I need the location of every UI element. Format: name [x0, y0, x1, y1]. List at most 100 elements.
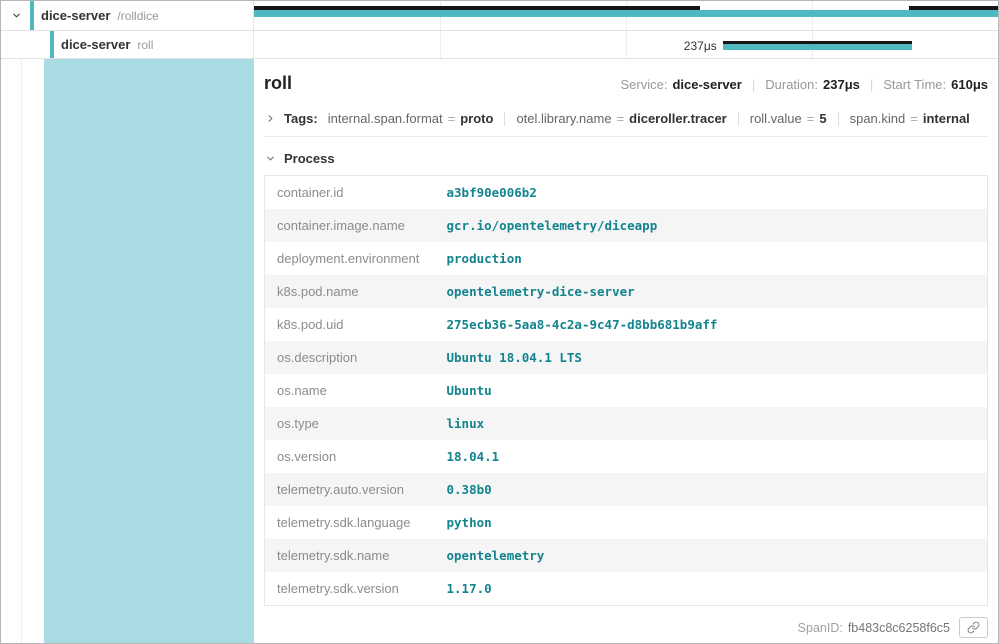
span-duration-label: 237μs: [684, 39, 717, 53]
service-color-bar: [30, 1, 34, 30]
span-row-roll[interactable]: dice-server roll 237μs: [1, 31, 998, 59]
span-detail-card: roll Service:dice-server|Duration:237μs|…: [264, 73, 988, 644]
operation-name: roll: [137, 38, 153, 52]
span-row-rolldice[interactable]: dice-server /rolldice: [1, 1, 998, 31]
service-name: dice-server: [61, 37, 130, 52]
span-footer: SpanID: fb483c8c6258f6c5: [264, 617, 988, 638]
process-value: 18.04.1: [435, 440, 988, 473]
span-title: roll: [264, 73, 292, 94]
process-row: os.nameUbuntu: [265, 374, 988, 407]
process-row: container.ida3bf90e006b2: [265, 176, 988, 210]
process-value: a3bf90e006b2: [435, 176, 988, 210]
span-id-label: SpanID:: [798, 621, 843, 635]
indent-gutter: [1, 59, 44, 643]
process-value: production: [435, 242, 988, 275]
chevron-right-icon[interactable]: [264, 112, 277, 125]
process-row: telemetry.sdk.nameopentelemetry: [265, 539, 988, 572]
tags-header-label: Tags:: [284, 111, 318, 126]
span-bar-rolldice[interactable]: [254, 10, 998, 17]
tag-key: otel.library.name: [516, 111, 611, 126]
process-value: opentelemetry: [435, 539, 988, 572]
process-row: telemetry.auto.version0.38b0: [265, 473, 988, 506]
tag-item: roll.value = 5: [750, 111, 827, 126]
process-key: os.description: [265, 341, 435, 374]
tag-item: otel.library.name = diceroller.tracer: [516, 111, 726, 126]
service-name: dice-server: [41, 8, 110, 23]
tag-value: diceroller.tracer: [629, 111, 727, 126]
span-id-value: fb483c8c6258f6c5: [848, 621, 950, 635]
process-row: telemetry.sdk.version1.17.0: [265, 572, 988, 606]
process-key: telemetry.sdk.language: [265, 506, 435, 539]
meta-item: Duration:237μs: [765, 77, 860, 92]
meta-value: dice-server: [672, 77, 741, 92]
meta-value: 610μs: [951, 77, 988, 92]
process-key: telemetry.sdk.name: [265, 539, 435, 572]
meta-item: Start Time: 610μs: [883, 77, 988, 92]
selected-span-highlight[interactable]: [44, 59, 254, 643]
span-timeline-roll[interactable]: 237μs: [254, 31, 998, 58]
process-row: os.descriptionUbuntu 18.04.1 LTS: [265, 341, 988, 374]
process-value: Ubuntu 18.04.1 LTS: [435, 341, 988, 374]
tag-item: internal.span.format=proto: [328, 111, 494, 126]
collapse-children-chevron-icon[interactable]: [8, 8, 24, 24]
equals-sign: =: [910, 111, 918, 126]
span-name-column-roll[interactable]: dice-server roll: [1, 31, 254, 58]
meta-item: Service: dice-server: [621, 77, 742, 92]
process-key: k8s.pod.uid: [265, 308, 435, 341]
child-span-marker: [254, 6, 700, 10]
tag-separator: [738, 112, 739, 126]
process-key: deployment.environment: [265, 242, 435, 275]
process-row: k8s.pod.uid275ecb36-5aa8-4c2a-9c47-d8bb6…: [265, 308, 988, 341]
process-value: gcr.io/opentelemetry/diceapp: [435, 209, 988, 242]
equals-sign: =: [448, 111, 456, 126]
span-timeline-rolldice[interactable]: [254, 1, 998, 30]
process-value: 1.17.0: [435, 572, 988, 606]
tags-accordion[interactable]: Tags: internal.span.format=protootel.lib…: [264, 111, 988, 137]
tag-separator: [504, 112, 505, 126]
process-row: k8s.pod.nameopentelemetry-dice-server: [265, 275, 988, 308]
process-value: python: [435, 506, 988, 539]
link-icon: [967, 621, 980, 634]
equals-sign: =: [617, 111, 625, 126]
tag-item: span.kind = internal: [850, 111, 970, 126]
process-key: os.name: [265, 374, 435, 407]
chevron-down-icon[interactable]: [264, 152, 277, 165]
meta-label: Start Time:: [883, 77, 946, 92]
span-name-column-rolldice[interactable]: dice-server /rolldice: [1, 1, 254, 30]
process-table: container.ida3bf90e006b2container.image.…: [264, 175, 988, 606]
tag-key: roll.value: [750, 111, 802, 126]
tag-value: 5: [819, 111, 826, 126]
span-detail-meta: Service:dice-server|Duration:237μs|Start…: [621, 77, 989, 92]
tag-value: proto: [460, 111, 493, 126]
child-span-marker: [909, 6, 998, 10]
operation-name: /rolldice: [117, 9, 158, 23]
indent-guide-line: [21, 59, 22, 643]
span-detail-panel: roll Service:dice-server|Duration:237μs|…: [254, 59, 998, 643]
span-bar-roll[interactable]: [723, 44, 913, 50]
process-key: k8s.pod.name: [265, 275, 435, 308]
process-accordion[interactable]: Process: [264, 151, 988, 166]
process-row: telemetry.sdk.languagepython: [265, 506, 988, 539]
grid-tick: [626, 31, 627, 58]
grid-tick: [440, 31, 441, 58]
tags-summary: internal.span.format=protootel.library.n…: [328, 111, 970, 126]
tag-key: span.kind: [850, 111, 906, 126]
process-key: telemetry.auto.version: [265, 473, 435, 506]
process-row: container.image.namegcr.io/opentelemetry…: [265, 209, 988, 242]
process-key: os.type: [265, 407, 435, 440]
process-key: telemetry.sdk.version: [265, 572, 435, 606]
tag-value: internal: [923, 111, 970, 126]
equals-sign: =: [807, 111, 815, 126]
process-key: container.image.name: [265, 209, 435, 242]
meta-separator: |: [870, 77, 873, 92]
jaeger-trace-detail-view: dice-server /rolldice dice-server roll 2…: [0, 0, 999, 644]
tag-separator: [838, 112, 839, 126]
process-row: deployment.environmentproduction: [265, 242, 988, 275]
service-color-bar: [50, 31, 54, 58]
process-value: 275ecb36-5aa8-4c2a-9c47-d8bb681b9aff: [435, 308, 988, 341]
meta-label: Service:: [621, 77, 668, 92]
process-value: opentelemetry-dice-server: [435, 275, 988, 308]
process-table-body: container.ida3bf90e006b2container.image.…: [265, 176, 988, 606]
span-link-button[interactable]: [959, 617, 988, 638]
process-row: os.typelinux: [265, 407, 988, 440]
